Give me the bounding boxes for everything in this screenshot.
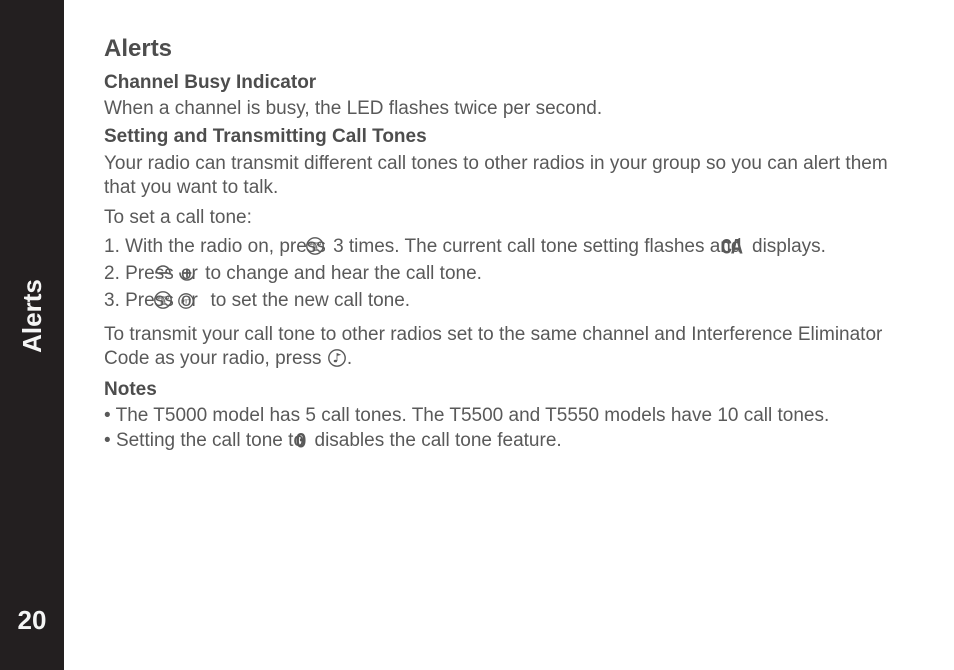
- step-number: 3.: [104, 290, 125, 311]
- bullet: •: [104, 430, 116, 451]
- bullet: •: [104, 405, 116, 426]
- step-text: With the radio on, press: [125, 236, 331, 257]
- note-item: • Setting the call tone to 0 disables th…: [104, 429, 904, 454]
- step-text: 3 times. The current call tone setting f…: [333, 236, 747, 257]
- svg-text:MENU: MENU: [309, 241, 322, 246]
- page-number: 20: [0, 605, 64, 636]
- transmit-text: .: [347, 348, 352, 369]
- note-text: disables the call tone feature.: [309, 430, 561, 451]
- tone-note-icon: [328, 349, 346, 374]
- page-title: Alerts: [104, 34, 904, 65]
- sidebar-tab-label: Alerts: [0, 296, 102, 336]
- sidebar: Alerts 20: [0, 0, 64, 670]
- step-item: 1. With the radio on, press MENU 3 times.…: [104, 235, 904, 262]
- step-item: 2. Press or to change and hear the call …: [104, 262, 904, 289]
- transmit-text: To transmit your call tone to other radi…: [104, 324, 882, 369]
- step-text: to set the new call tone.: [205, 290, 410, 311]
- step-number: 2.: [104, 263, 125, 284]
- svg-text:MENU: MENU: [157, 295, 170, 300]
- section-title-tones: Setting and Transmitting Call Tones: [104, 125, 904, 149]
- svg-text:PTT: PTT: [181, 300, 192, 306]
- step-item: 3. Press MENUor PTT to set the new call …: [104, 289, 904, 316]
- section-lead-tones: To set a call tone:: [104, 206, 904, 230]
- steps-list: 1. With the radio on, press MENU 3 times.…: [104, 235, 904, 317]
- step-text: to change and hear the call tone.: [205, 263, 482, 284]
- section-body-busy: When a channel is busy, the LED flashes …: [104, 97, 904, 121]
- notes-list: • The T5000 model has 5 call tones. The …: [104, 404, 904, 454]
- section-title-notes: Notes: [104, 378, 904, 402]
- page-root: Alerts 20 Alerts Channel Busy Indicator …: [0, 0, 954, 670]
- step-text: displays.: [747, 236, 826, 257]
- step-number: 1.: [104, 236, 125, 257]
- section-title-busy: Channel Busy Indicator: [104, 71, 904, 95]
- transmit-paragraph: To transmit your call tone to other radi…: [104, 323, 904, 375]
- note-text: Setting the call tone to: [116, 430, 309, 451]
- content-area: Alerts Channel Busy Indicator When a cha…: [104, 34, 904, 458]
- section-intro-tones: Your radio can transmit different call t…: [104, 152, 904, 201]
- note-item: • The T5000 model has 5 call tones. The …: [104, 404, 904, 428]
- note-text: The T5000 model has 5 call tones. The T5…: [116, 405, 830, 426]
